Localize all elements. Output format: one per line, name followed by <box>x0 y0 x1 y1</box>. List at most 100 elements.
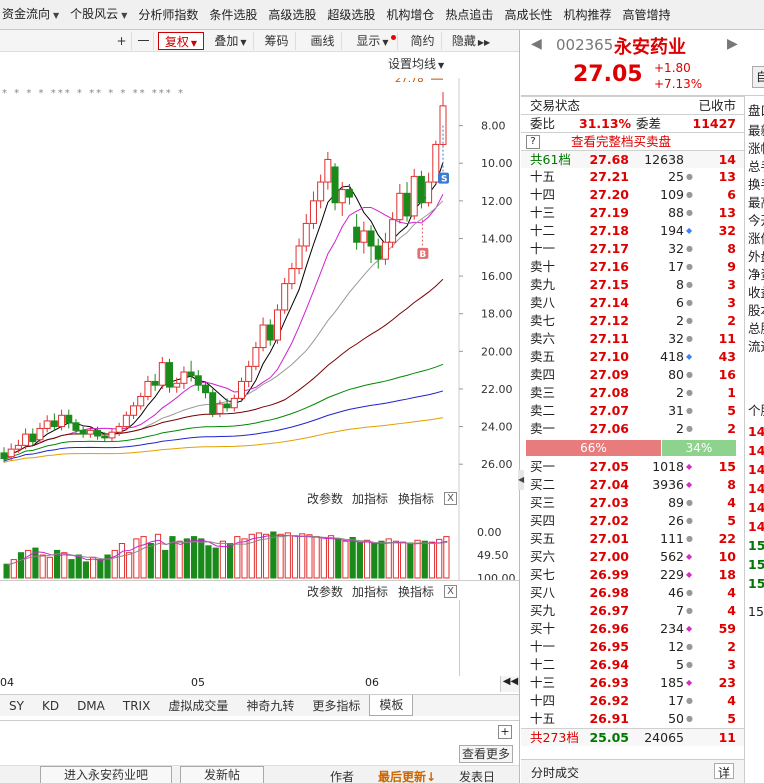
sell-level-row[interactable]: 卖八 27.14 6 ● 3 <box>521 294 744 312</box>
buy-level-row[interactable]: 买九 26.97 7 ● 4 <box>521 602 744 620</box>
sell-level-row[interactable]: 卖六 27.11 32 ● 11 <box>521 330 744 348</box>
indicator-add-button[interactable]: 加指标 <box>352 490 388 507</box>
sell-level-count: 6 <box>727 187 736 202</box>
sell-level-row[interactable]: 卖一 27.06 2 ● 2 <box>521 420 744 438</box>
sell-level-count: 3 <box>727 295 736 310</box>
indicator-tab[interactable]: KD <box>33 696 68 716</box>
indicator-swap-button[interactable]: 换指标 <box>398 490 434 507</box>
sell-level-row[interactable]: 卖五 27.10 418 ◆ 43 <box>521 348 744 366</box>
sell-level-row[interactable]: 卖九 27.15 8 ● 3 <box>521 276 744 294</box>
nav-item[interactable]: 条件选股 <box>207 0 266 29</box>
candle-body <box>0 452 8 460</box>
nav-item[interactable]: 高成长性 <box>502 0 561 29</box>
buy-level-row[interactable]: 买五 27.01 111 ● 22 <box>521 530 744 548</box>
buy-level-row[interactable]: 买一 27.05 1018 ◆ 15 <box>521 458 744 476</box>
indicator-tab[interactable]: 模板 <box>369 695 414 716</box>
side-value: 14 <box>748 424 764 439</box>
buy-level-count: 18 <box>718 567 736 582</box>
buy-level-row[interactable]: 买四 27.02 26 ● 5 <box>521 512 744 530</box>
last-update-column[interactable]: 最后更新↓ <box>378 768 436 783</box>
candle-body <box>288 268 296 285</box>
indicator-tab[interactable]: SY <box>0 696 33 716</box>
buy-level-row[interactable]: 买二 27.04 3936 ◆ 8 <box>521 476 744 494</box>
nav-item[interactable]: 机构增仓 <box>384 0 443 29</box>
sell-level-row[interactable]: 十二 27.18 194 ◆ 32 <box>521 222 744 240</box>
buy-levels: 买一 27.05 1018 ◆ 15 买二 27.04 3936 ◆ 8 买三 27.03 89 ● 4 买四… <box>521 458 744 728</box>
display-button[interactable]: 显示 ▼ <box>348 32 398 50</box>
indicator-chart[interactable]: 100.00 49.50 0.00 <box>0 506 520 580</box>
nav-item[interactable]: 资金流向 ▼ <box>0 0 68 29</box>
nav-item[interactable]: 分析师指数 <box>136 0 207 29</box>
time-trade-label[interactable]: 分时成交 <box>531 764 579 781</box>
buy-level-row[interactable]: 十三 26.93 185 ◆ 23 <box>521 674 744 692</box>
detail-button[interactable]: 详 <box>714 763 734 780</box>
add-watchlist-button[interactable]: 自 <box>752 66 764 88</box>
enter-bar-button[interactable]: 进入永安药业吧 <box>40 766 172 783</box>
simple-mode-button[interactable]: 简约 <box>404 32 442 50</box>
display-label: 显示 <box>356 34 381 48</box>
draw-line-button[interactable]: 画线 <box>304 32 342 50</box>
nav-item[interactable]: 机构推荐 <box>561 0 620 29</box>
panel2-change-params-button[interactable]: 改参数 <box>307 583 343 600</box>
post-date-column[interactable]: 发表日 <box>459 768 495 783</box>
panel2-close-icon[interactable]: X <box>444 585 457 598</box>
help-icon[interactable]: ? <box>526 135 540 149</box>
next-stock-icon[interactable]: ▶ <box>727 36 738 52</box>
panel2-swap-button[interactable]: 换指标 <box>398 583 434 600</box>
nav-item[interactable]: 高管增持 <box>620 0 679 29</box>
author-column[interactable]: 作者 <box>330 768 354 783</box>
candle-body <box>324 158 332 183</box>
prev-stock-icon[interactable]: ◀ <box>531 36 542 52</box>
panel2-add-button[interactable]: 加指标 <box>352 583 388 600</box>
sell-level-row[interactable]: 十三 27.19 88 ● 13 <box>521 204 744 222</box>
buy-level-row[interactable]: 十一 26.95 12 ● 2 <box>521 638 744 656</box>
view-more-button[interactable]: 查看更多 <box>459 745 513 763</box>
new-post-button[interactable]: 发新帖 <box>180 766 264 783</box>
chart-scroll-arrows[interactable]: ◀◀ <box>500 676 519 692</box>
indicator-tab[interactable]: DMA <box>68 696 114 716</box>
expand-icon[interactable]: + <box>498 725 512 739</box>
chips-button[interactable]: 筹码 <box>258 32 296 50</box>
nav-item[interactable]: 高级选股 <box>266 0 325 29</box>
buy-level-row[interactable]: 买六 27.00 562 ◆ 10 <box>521 548 744 566</box>
full-book-link[interactable]: 查看完整档买卖盘 <box>571 133 671 151</box>
buy-level-row[interactable]: 十五 26.91 50 ● 5 <box>521 710 744 728</box>
sell-level-row[interactable]: 卖三 27.08 2 ● 1 <box>521 384 744 402</box>
sell-level-row[interactable]: 卖十 27.16 17 ● 9 <box>521 258 744 276</box>
indicator-tab[interactable]: 虚拟成交量 <box>159 696 237 716</box>
gray-dot-icon: ● <box>686 696 693 705</box>
buy-level-row[interactable]: 买三 27.03 89 ● 4 <box>521 494 744 512</box>
buy-level-row[interactable]: 十二 26.94 5 ● 3 <box>521 656 744 674</box>
sell-level-row[interactable]: 十一 27.17 32 ● 8 <box>521 240 744 258</box>
status-label: 交易状态 <box>530 98 581 113</box>
nav-item[interactable]: 个股风云 ▼ <box>68 0 136 29</box>
indicator-tab[interactable]: 更多指标 <box>303 696 369 716</box>
overlay-button[interactable]: 叠加 ▼ <box>208 32 254 50</box>
nav-item[interactable]: 超级选股 <box>325 0 384 29</box>
sell-total-price: 27.68 <box>589 152 629 167</box>
buy-level-row[interactable]: 买十 26.96 234 ◆ 59 <box>521 620 744 638</box>
buy-level-row[interactable]: 买八 26.98 46 ● 4 <box>521 584 744 602</box>
hide-button[interactable]: 隐藏 ▶▶ <box>448 32 494 50</box>
buy-level-row[interactable]: 买七 26.99 229 ◆ 18 <box>521 566 744 584</box>
buy-level-row[interactable]: 十四 26.92 17 ● 4 <box>521 692 744 710</box>
indicator-tab[interactable]: TRIX <box>114 696 159 716</box>
sell-level-row[interactable]: 十四 27.20 109 ● 6 <box>521 186 744 204</box>
double-chevron-left-icon[interactable]: ◀◀ <box>503 676 518 687</box>
zoom-in-button[interactable]: + <box>112 32 132 50</box>
sell-level-row[interactable]: 十五 27.21 25 ● 13 <box>521 168 744 186</box>
sell-level-row[interactable]: 卖二 27.07 31 ● 5 <box>521 402 744 420</box>
zoom-out-button[interactable]: 一 <box>134 32 154 50</box>
buy-level-price: 26.96 <box>589 621 629 636</box>
sell-level-row[interactable]: 卖四 27.09 80 ● 16 <box>521 366 744 384</box>
indicator-close-icon[interactable]: X <box>444 492 457 505</box>
candle-body <box>50 420 58 428</box>
set-ma-button[interactable]: 设置均线 ▼ <box>388 55 444 72</box>
indicator-tab[interactable]: 神奇九转 <box>237 696 303 716</box>
indicator-change-params-button[interactable]: 改参数 <box>307 490 343 507</box>
sell-level-row[interactable]: 卖七 27.12 2 ● 2 <box>521 312 744 330</box>
indicator-bar <box>17 552 25 579</box>
candlestick-chart[interactable]: 26.00 24.00 22.00 20.00 18.00 16.00 14.00 12.00… <box>0 78 520 515</box>
fuquan-button[interactable]: 复权 ▼ <box>158 32 204 50</box>
nav-item[interactable]: 热点追击 <box>443 0 502 29</box>
